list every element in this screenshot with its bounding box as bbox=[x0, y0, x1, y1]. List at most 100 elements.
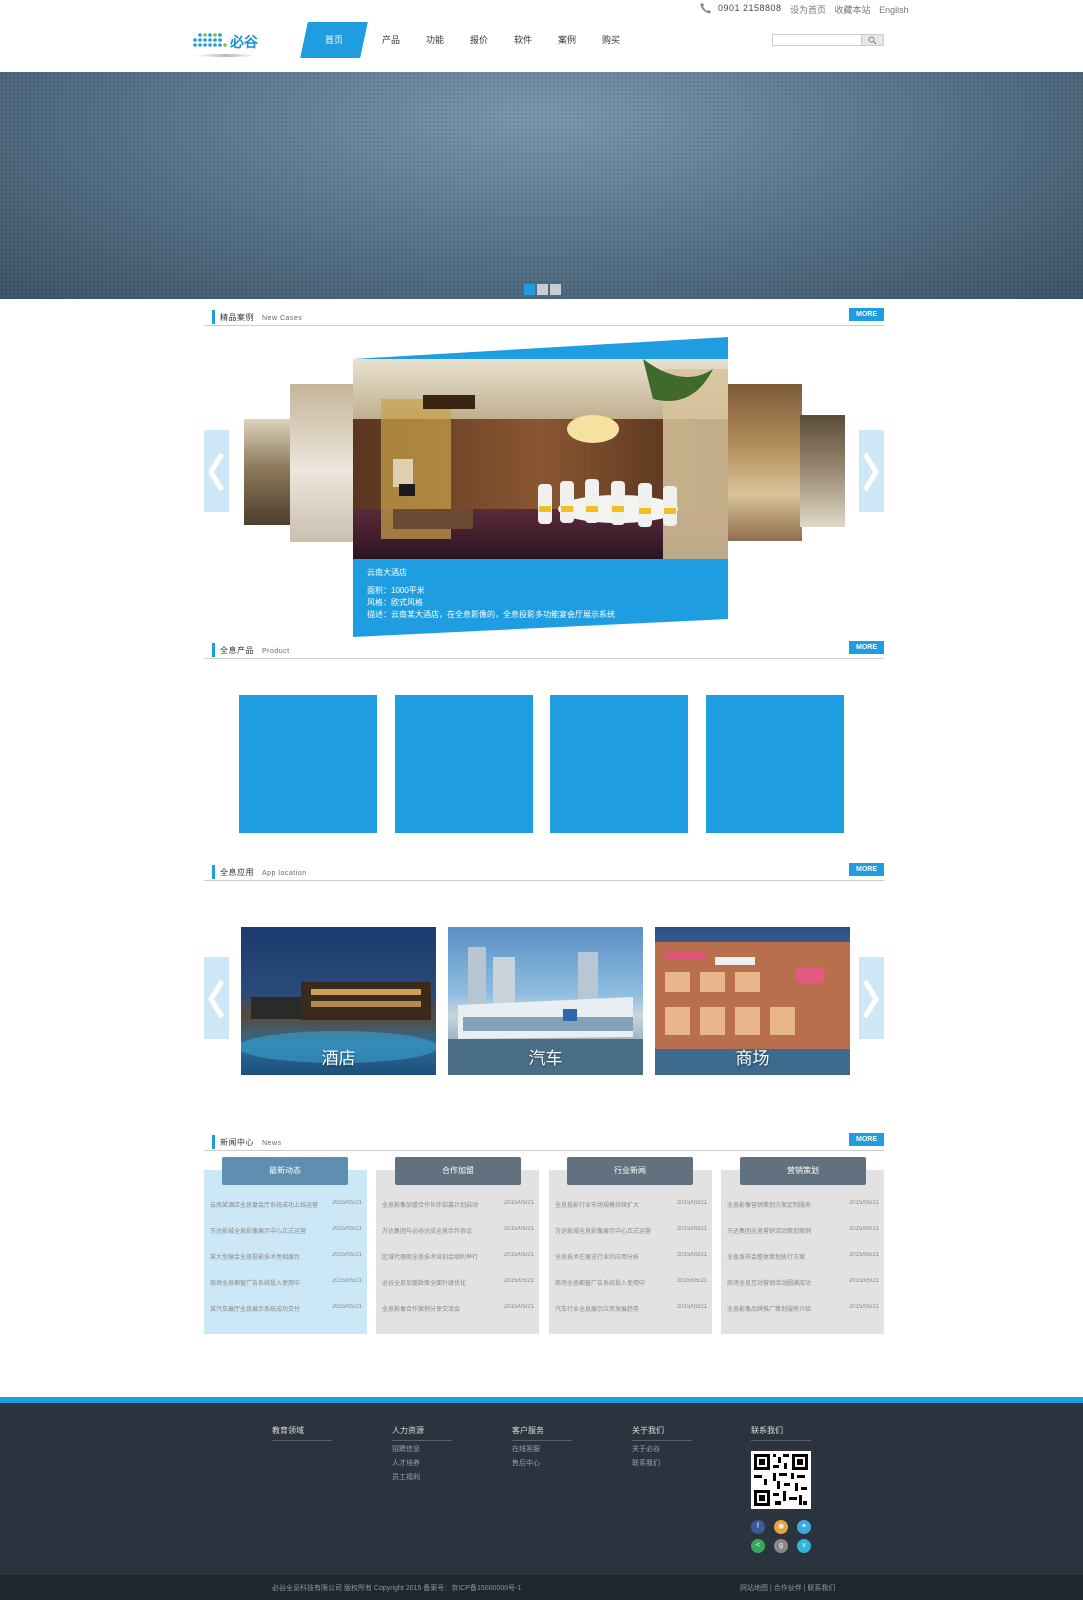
news-item[interactable]: 万达影城全息影像展示中心正式运营 2015/05/21 bbox=[555, 1226, 707, 1238]
news-item[interactable]: 某汽车展厅全息展示系统成功交付 2015/05/21 bbox=[210, 1304, 362, 1316]
footer-col-education: 教育领域 bbox=[272, 1425, 332, 1441]
footer-link[interactable]: 人才培养 bbox=[392, 1459, 452, 1469]
twitter-icon[interactable]: ✦ bbox=[797, 1520, 811, 1534]
news-title: 云南某酒店全息宴会厅系统成功上线运营 bbox=[210, 1203, 319, 1209]
vimeo-icon[interactable]: v bbox=[797, 1539, 811, 1553]
news-item[interactable]: 商场全息橱窗广告系统投入使用中 2015/05/21 bbox=[210, 1278, 362, 1290]
news-item[interactable]: 汽车行业全息展示应用发展趋势 2015/05/21 bbox=[555, 1304, 707, 1316]
nav-item-home[interactable]: 首页 bbox=[300, 22, 368, 58]
chevron-right-icon bbox=[863, 979, 879, 1019]
cases-next-arrow[interactable] bbox=[859, 430, 884, 512]
search-button[interactable] bbox=[861, 35, 883, 45]
news-item[interactable]: 全息投影行业市场规模持续扩大 2015/05/21 bbox=[555, 1200, 707, 1212]
section-subtitle: News bbox=[262, 1140, 282, 1147]
footer-link[interactable]: 在线客服 bbox=[512, 1445, 572, 1455]
apps-prev-arrow[interactable] bbox=[204, 957, 229, 1039]
app-card-mall[interactable]: 商场 bbox=[655, 927, 850, 1075]
search-input[interactable] bbox=[775, 36, 861, 44]
banner-dot-1[interactable] bbox=[524, 284, 535, 295]
case-thumb-right[interactable] bbox=[727, 384, 802, 541]
rss-icon[interactable]: ◉ bbox=[774, 1520, 788, 1534]
share-icon[interactable]: < bbox=[751, 1539, 765, 1553]
news-item[interactable]: 商场全息互动营销活动圆满成功 2015/05/21 bbox=[727, 1278, 879, 1290]
news-item[interactable]: 全息技术在展览行业的应用分析 2015/05/21 bbox=[555, 1252, 707, 1264]
news-date: 2015/05/21 bbox=[676, 1278, 707, 1284]
news-item[interactable]: 万达集团全息营销活动策划案例 2015/05/21 bbox=[727, 1226, 879, 1238]
news-tab-industry[interactable]: 行业新闻 bbox=[567, 1157, 693, 1185]
news-item[interactable]: 必谷全息加盟政策全面升级优化 2015/05/21 bbox=[382, 1278, 534, 1290]
cases-prev-arrow[interactable] bbox=[204, 430, 229, 512]
case-area: 面积：1000平米 bbox=[367, 586, 425, 595]
page: 0901 2158808 设为首页 收藏本站 English 必谷 首页 产品 … bbox=[0, 0, 1083, 1600]
news-date: 2015/05/21 bbox=[676, 1252, 707, 1258]
product-card-2[interactable] bbox=[395, 695, 533, 833]
app-card-car[interactable]: 汽车 bbox=[448, 927, 643, 1075]
footer-link[interactable]: 员工福利 bbox=[392, 1473, 452, 1483]
apps-next-arrow[interactable] bbox=[859, 957, 884, 1039]
news-item[interactable]: 云南某酒店全息宴会厅系统成功上线运营 2015/05/21 bbox=[210, 1200, 362, 1212]
hero-banner bbox=[0, 72, 1083, 299]
news-item[interactable]: 全息发布会整体策划执行方案 2015/05/21 bbox=[727, 1252, 879, 1264]
section-header-apps: 全息应用 App location MORE bbox=[204, 863, 884, 881]
news-item[interactable]: 全息影像营销策划方案定制服务 2015/05/21 bbox=[727, 1200, 879, 1212]
google-plus-icon[interactable]: g bbox=[774, 1539, 788, 1553]
case-thumb-far-left[interactable] bbox=[244, 419, 292, 525]
nav-item-products[interactable]: 产品 bbox=[376, 22, 406, 58]
banner-dot-3[interactable] bbox=[550, 284, 561, 295]
news-item[interactable]: 商场全息橱窗广告系统投入使用中 2015/05/21 bbox=[555, 1278, 707, 1290]
product-card-1[interactable] bbox=[239, 695, 377, 833]
banner-dot-2[interactable] bbox=[537, 284, 548, 295]
nav-item-features[interactable]: 功能 bbox=[420, 22, 450, 58]
news-title: 汽车行业全息展示应用发展趋势 bbox=[555, 1307, 640, 1313]
case-thumb-left[interactable] bbox=[290, 384, 355, 542]
product-card-3[interactable] bbox=[550, 695, 688, 833]
case-info: 云南大酒店 面积：1000平米 风格：欧式风格 描述：云南某大酒店，在全息影像的… bbox=[367, 567, 615, 621]
news-date: 2015/05/21 bbox=[331, 1226, 362, 1232]
section-title-text: 全息产品 bbox=[220, 646, 254, 655]
facebook-icon[interactable]: f bbox=[751, 1520, 765, 1534]
more-button[interactable]: MORE bbox=[849, 641, 884, 654]
news-title: 万达集团与必谷达成全息合作协议 bbox=[382, 1229, 473, 1235]
footer-link[interactable]: 关于必谷 bbox=[632, 1445, 692, 1455]
news-item[interactable]: 万达集团与必谷达成全息合作协议 2015/05/21 bbox=[382, 1226, 534, 1238]
app-label-hotel: 酒店 bbox=[321, 1049, 356, 1068]
news-item[interactable]: 某大型展会全息投影技术亮相展台 2015/05/21 bbox=[210, 1252, 362, 1264]
news-title: 全息影像合作案例分享交流会 bbox=[382, 1307, 461, 1313]
more-button[interactable]: MORE bbox=[849, 863, 884, 876]
news-item[interactable]: 全息影像加盟合作伙伴招募计划启动 2015/05/21 bbox=[382, 1200, 534, 1212]
footer-link[interactable]: 售后中心 bbox=[512, 1459, 572, 1469]
product-card-4[interactable] bbox=[706, 695, 844, 833]
news-date: 2015/05/21 bbox=[503, 1200, 534, 1206]
news-item[interactable]: 万达影城全息影像展示中心正式运营 2015/05/21 bbox=[210, 1226, 362, 1238]
copyright-bar: 必谷全息科技有限公司 版权所有 Copyright 2015 备案号：京ICP备… bbox=[0, 1575, 1083, 1600]
footer-link[interactable]: 联系我们 bbox=[632, 1459, 692, 1469]
app-card-hotel[interactable]: 酒店 bbox=[241, 927, 436, 1075]
news-item[interactable]: 区域代理商全息技术培训会顺利举行 2015/05/21 bbox=[382, 1252, 534, 1264]
news-tab-marketing[interactable]: 营销策划 bbox=[740, 1157, 866, 1185]
nav-item-cases[interactable]: 案例 bbox=[552, 22, 582, 58]
news-date: 2015/05/21 bbox=[331, 1278, 362, 1284]
logo-shadow bbox=[194, 54, 258, 57]
news-tab-partner[interactable]: 合作加盟 bbox=[395, 1157, 521, 1185]
footer-bottom-links[interactable]: 网站地图 | 合作伙伴 | 联系我们 bbox=[740, 1583, 835, 1593]
nav-item-software[interactable]: 软件 bbox=[508, 22, 538, 58]
news-column-latest: 云南某酒店全息宴会厅系统成功上线运营 2015/05/21 万达影城全息影像展示中… bbox=[204, 1170, 367, 1334]
footer-link[interactable]: 招聘信息 bbox=[392, 1445, 452, 1455]
news-tab-latest[interactable]: 最新动态 bbox=[222, 1157, 348, 1185]
more-button[interactable]: MORE bbox=[849, 308, 884, 321]
news-date: 2015/05/21 bbox=[848, 1278, 879, 1284]
news-title: 区域代理商全息技术培训会顺利举行 bbox=[382, 1255, 479, 1261]
nav-item-pricing[interactable]: 报价 bbox=[464, 22, 494, 58]
nav-item-buy[interactable]: 购买 bbox=[596, 22, 626, 58]
news-date: 2015/05/21 bbox=[848, 1200, 879, 1206]
section-bar bbox=[212, 865, 215, 879]
more-button[interactable]: MORE bbox=[849, 1133, 884, 1146]
news-item[interactable]: 全息影像品牌推广策划服务介绍 2015/05/21 bbox=[727, 1304, 879, 1316]
section-subtitle: New Cases bbox=[262, 315, 303, 322]
case-feature-card[interactable]: 云南大酒店 面积：1000平米 风格：欧式风格 描述：云南某大酒店，在全息影像的… bbox=[353, 337, 728, 637]
case-thumb-far-right[interactable] bbox=[800, 415, 845, 527]
news-item[interactable]: 全息影像合作案例分享交流会 2015/05/21 bbox=[382, 1304, 534, 1316]
footer-col-heading: 关于我们 bbox=[632, 1425, 692, 1441]
news-title: 商场全息橱窗广告系统投入使用中 bbox=[555, 1281, 646, 1287]
logo[interactable]: 必谷 bbox=[192, 28, 264, 60]
